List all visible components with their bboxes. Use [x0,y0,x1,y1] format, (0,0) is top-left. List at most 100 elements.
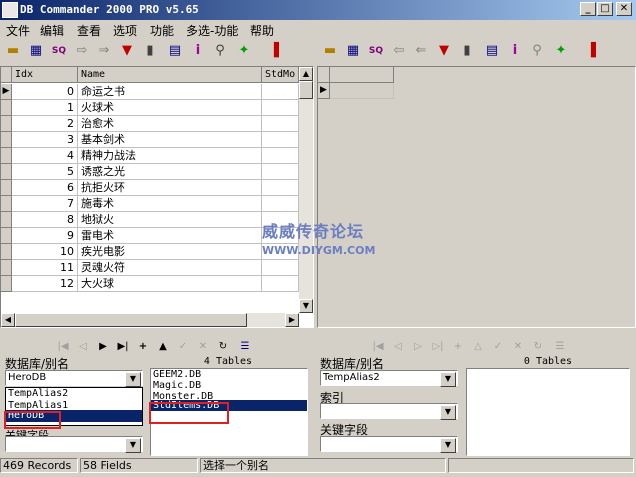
column-header-stdmode[interactable]: StdMo [262,67,299,83]
import-icon[interactable]: ⇐ [413,43,429,59]
maximize-button[interactable]: □ [597,2,613,16]
menu-edit[interactable]: 编辑 [40,22,64,39]
cell-name[interactable]: 地狱火 [78,212,262,228]
insert-record-icon[interactable]: + [135,339,151,355]
table-item[interactable]: Monster.DB [151,391,307,400]
column-header-idx[interactable]: Idx [12,67,78,83]
refresh-icon[interactable]: ↻ [215,339,231,355]
cell-name[interactable]: 基本剑术 [78,132,262,148]
delete-record-icon[interactable]: ▲ [155,339,171,355]
row-indicator[interactable] [1,212,12,228]
export-icon[interactable]: ⇒ [96,43,112,59]
next-record-icon[interactable]: ▶ [95,339,111,355]
key-field-select[interactable]: ▼ [5,436,143,453]
left-data-grid[interactable]: Idx Name StdMo ▶ 0 命运之书 1 火球术 2 治愈术 3 基本剑术 4 精神力战法… [0,66,314,328]
row-indicator[interactable]: ▶ [1,84,12,100]
insert-record-icon[interactable]: + [450,339,466,355]
scroll-up-button[interactable]: ▲ [299,67,313,81]
table-item[interactable]: Magic.DB [151,380,307,391]
chevron-down-icon[interactable]: ▼ [440,438,456,453]
cell-stdmode[interactable] [262,164,299,180]
key-search-icon[interactable]: ⚲ [212,43,228,59]
row-indicator[interactable] [1,100,12,116]
cell-name[interactable]: 火球术 [78,100,262,116]
last-record-icon[interactable]: ▶| [115,339,131,355]
exit-door-icon[interactable]: ▌ [588,43,604,59]
cell-idx[interactable]: 11 [12,260,78,276]
sql-icon[interactable]: SQ [368,43,384,59]
cell-name[interactable]: 疾光电影 [78,244,262,260]
table-grid-icon[interactable]: ▦ [28,43,44,59]
cell-name[interactable]: 精神力战法 [78,148,262,164]
menu-help[interactable]: 帮助 [250,22,274,39]
table-item[interactable]: GEEM2.DB [151,369,307,380]
minimize-button[interactable]: _ [580,2,596,16]
delete-record-icon[interactable]: △ [470,339,486,355]
row-indicator[interactable] [1,196,12,212]
post-edit-icon[interactable]: ✓ [490,339,506,355]
cell-name[interactable]: 灵魂火符 [78,260,262,276]
cell-name[interactable]: 命运之书 [78,84,262,100]
cell-idx[interactable]: 3 [12,132,78,148]
tables-list[interactable] [466,368,630,456]
scroll-right-button[interactable]: ▶ [285,313,299,327]
menu-functions[interactable]: 功能 [150,22,174,39]
run-man-icon[interactable]: ✦ [236,43,252,59]
cell-idx[interactable]: 6 [12,180,78,196]
filter-icon[interactable]: ▼ [119,43,135,59]
row-indicator[interactable] [1,164,12,180]
delete-bin-icon[interactable]: ▮ [459,43,475,59]
menu-view[interactable]: 查看 [77,22,101,39]
structure-icon[interactable]: ▤ [167,43,183,59]
cell-idx[interactable]: 7 [12,196,78,212]
sort-icon[interactable]: ☰ [237,339,253,355]
sql-icon[interactable]: SQ [51,43,67,59]
info-icon[interactable]: i [507,43,523,59]
row-indicator[interactable] [1,260,12,276]
cancel-edit-icon[interactable]: ✕ [510,339,526,355]
row-indicator[interactable] [1,132,12,148]
menu-options[interactable]: 选项 [113,22,137,39]
sort-icon[interactable]: ☰ [552,339,568,355]
cell-stdmode[interactable] [262,116,299,132]
scroll-thumb[interactable] [299,81,313,99]
exit-door-icon[interactable]: ▌ [271,43,287,59]
cell-idx[interactable]: 5 [12,164,78,180]
run-man-icon[interactable]: ✦ [553,43,569,59]
copy-arrow-icon[interactable]: ⇦ [391,43,407,59]
copy-arrow-icon[interactable]: ⇨ [74,43,90,59]
row-indicator[interactable] [1,276,12,292]
row-indicator[interactable] [1,180,12,196]
open-folder-icon[interactable]: ▬ [322,43,338,59]
db-alias-select[interactable]: HeroDB ▼ [5,370,143,387]
first-record-icon[interactable]: |◀ [55,339,71,355]
row-indicator[interactable] [1,148,12,164]
row-indicator[interactable] [1,116,12,132]
key-field-select[interactable]: ▼ [320,436,458,453]
filter-icon[interactable]: ▼ [436,43,452,59]
cell-stdmode[interactable] [262,148,299,164]
horizontal-scrollbar[interactable]: ◀ ▶ [1,313,299,327]
first-record-icon[interactable]: |◀ [370,339,386,355]
cancel-edit-icon[interactable]: ✕ [195,339,211,355]
cell-name[interactable]: 大火球 [78,276,262,292]
cell-idx[interactable]: 0 [12,84,78,100]
key-search-icon[interactable]: ⚲ [529,43,545,59]
cell-idx[interactable]: 1 [12,100,78,116]
prior-record-icon[interactable]: ◁ [390,339,406,355]
cell-stdmode[interactable] [262,196,299,212]
table-grid-icon[interactable]: ▦ [345,43,361,59]
cell-stdmode[interactable] [262,84,299,100]
dropdown-option[interactable]: TempAlias2 [6,388,142,400]
cell-stdmode[interactable] [262,100,299,116]
cell-idx[interactable]: 12 [12,276,78,292]
menu-file[interactable]: 文件 [6,22,30,39]
info-icon[interactable]: i [190,43,206,59]
index-select[interactable]: ▼ [320,403,458,420]
cell-stdmode[interactable] [262,180,299,196]
cell-stdmode[interactable] [262,260,299,276]
right-data-grid[interactable]: ▶ [317,66,636,328]
chevron-down-icon[interactable]: ▼ [440,405,456,420]
empty-cell[interactable] [330,83,394,99]
chevron-down-icon[interactable]: ▼ [125,372,141,387]
